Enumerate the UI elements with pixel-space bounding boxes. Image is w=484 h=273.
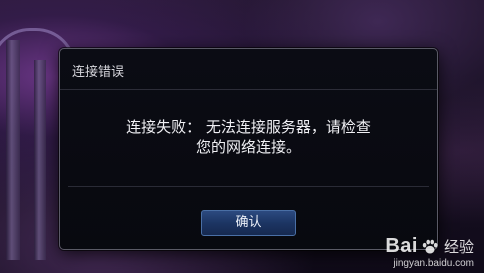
error-message: 连接失败： 无法连接服务器，请检查 您的网络连接。 bbox=[80, 117, 417, 157]
dialog-title: 连接错误 bbox=[72, 65, 125, 80]
watermark-logo-prefix: Bai bbox=[385, 235, 418, 257]
baidu-jingyan-watermark: Bai 经验 jingyan.baidu.com bbox=[385, 235, 474, 269]
watermark-logo: Bai 经验 bbox=[385, 235, 474, 258]
dialog-header: 连接错误 bbox=[60, 49, 437, 90]
dialog-divider bbox=[68, 186, 429, 187]
error-message-line: 您的网络连接。 bbox=[195, 138, 301, 156]
confirm-button[interactable]: 确认 bbox=[201, 210, 296, 236]
watermark-logo-suffix: 经验 bbox=[443, 238, 474, 256]
background-pillar bbox=[6, 40, 20, 260]
background-pillar bbox=[34, 60, 46, 260]
paw-icon bbox=[422, 239, 438, 253]
watermark-url: jingyan.baidu.com bbox=[393, 258, 474, 269]
connection-error-dialog: 连接错误 连接失败： 无法连接服务器，请检查 您的网络连接。 确认 bbox=[59, 48, 438, 250]
error-message-line: 连接失败： 无法连接服务器，请检查 bbox=[126, 118, 371, 136]
